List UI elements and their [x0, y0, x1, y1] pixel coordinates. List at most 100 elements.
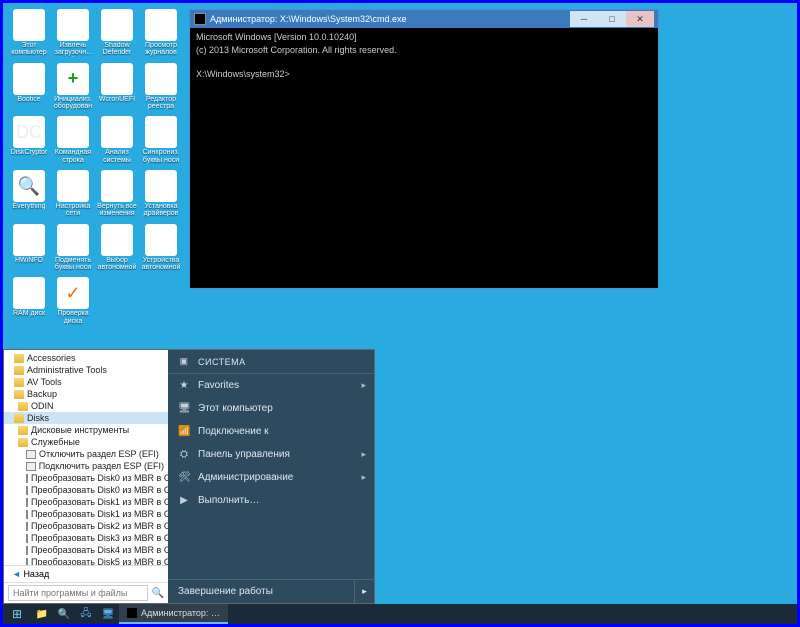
desktop-icon[interactable]: 🔍Everything	[9, 170, 49, 218]
taskbar-task-cmd[interactable]: Администратор: …	[119, 604, 228, 624]
pinned-search-icon[interactable]: 🔍	[53, 604, 75, 624]
menu-label: СИСТЕМА	[198, 357, 246, 367]
menu-icon: 🖥	[178, 403, 190, 414]
maximize-button[interactable]: □	[598, 11, 626, 27]
right-panel-item[interactable]: ⛭Панель управления▸	[168, 443, 374, 466]
shutdown-row: Завершение работы ▸	[168, 579, 374, 603]
folder-icon	[14, 390, 24, 399]
menu-icon: 🛠	[178, 472, 190, 483]
tree-file[interactable]: Отключить раздел ESP (EFI)	[4, 448, 168, 460]
desktop-icon[interactable]: Настройка сети	[53, 170, 93, 218]
tree-label: Отключить раздел ESP (EFI)	[39, 449, 159, 459]
icon-label: Редактор реестра	[141, 96, 181, 111]
icon-label: Установка драйверов	[141, 203, 181, 218]
cmd-window[interactable]: Администратор: X:\Windows\System32\cmd.e…	[189, 9, 659, 289]
icon-label: Устройства автономной	[141, 257, 181, 272]
desktop-icon[interactable]: Извлечь загрузочный	[53, 9, 93, 57]
cmd-titlebar[interactable]: Администратор: X:\Windows\System32\cmd.e…	[190, 10, 658, 28]
right-panel-header: ▣СИСТЕМА	[168, 350, 374, 374]
right-panel-item[interactable]: 🛠Администрирование▸	[168, 466, 374, 489]
desktop-icon[interactable]: Вернуть все изменения	[97, 170, 137, 218]
desktop-icon[interactable]: WcronUEFI	[97, 63, 137, 111]
window-buttons: ─ □ ✕	[570, 11, 654, 27]
desktop-icon[interactable]: Просмотр журналов	[141, 9, 181, 57]
desktop-icon[interactable]: Командная строка	[53, 116, 93, 164]
desktop-icon[interactable]: HWHWiNFO	[9, 224, 49, 272]
tree-file[interactable]: Преобразовать Disk0 из MBR в GPT	[4, 484, 168, 496]
tree-label: Преобразовать Disk4 из MBR в GPT	[31, 545, 168, 555]
close-button[interactable]: ✕	[626, 11, 654, 27]
start-button[interactable]: ⊞	[3, 604, 31, 624]
icon-label: Everything	[9, 203, 49, 210]
app-icon	[57, 170, 89, 202]
folder-icon	[14, 366, 24, 375]
app-icon	[57, 116, 89, 148]
tree-folder[interactable]: Дисковые инструменты	[4, 424, 168, 436]
tree-folder[interactable]: ODIN	[4, 400, 168, 412]
tree-folder[interactable]: Служебные	[4, 436, 168, 448]
tree-label: Преобразовать Disk2 из MBR в GPT	[31, 521, 168, 531]
cmd-title: Администратор: X:\Windows\System32\cmd.e…	[210, 14, 570, 24]
tree-file[interactable]: Преобразовать Disk2 из MBR в GPT	[4, 520, 168, 532]
app-icon: +	[57, 63, 89, 95]
tree-folder[interactable]: Accessories	[4, 352, 168, 364]
tree-label: Преобразовать Disk1 из MBR в GPT	[31, 509, 168, 519]
tree-file[interactable]: Преобразовать Disk4 из MBR в GPT	[4, 544, 168, 556]
folder-icon	[14, 414, 24, 423]
tree-file[interactable]: Преобразовать Disk0 из MBR в GPT (+E…	[4, 472, 168, 484]
desktop-icon[interactable]: RAM диск	[9, 277, 49, 325]
app-icon	[13, 63, 45, 95]
desktop-icon[interactable]: Устройства автономной	[141, 224, 181, 272]
back-button[interactable]: ◄ Назад	[4, 565, 168, 583]
tree-file[interactable]: Преобразовать Disk3 из MBR в GPT	[4, 532, 168, 544]
desktop-icon[interactable]: Bootice	[9, 63, 49, 111]
right-panel-item[interactable]: ▶Выполнить…	[168, 489, 374, 512]
tree-label: Backup	[27, 389, 57, 399]
start-right-panel: ▣СИСТЕМА★Favorites▸🖥Этот компьютер📶Подкл…	[168, 350, 374, 603]
cmd-body[interactable]: Microsoft Windows [Version 10.0.10240] (…	[190, 28, 658, 86]
desktop-icon[interactable]: Shadow Defender	[97, 9, 137, 57]
search-row: 🔍	[4, 583, 168, 603]
shutdown-more-button[interactable]: ▸	[354, 580, 374, 603]
cmd-line: (c) 2013 Microsoft Corporation. All righ…	[196, 45, 397, 55]
pinned-network-icon[interactable]: 🖧	[75, 604, 97, 624]
tree-folder[interactable]: Administrative Tools	[4, 364, 168, 376]
tree-folder[interactable]: Backup	[4, 388, 168, 400]
spacer	[168, 512, 374, 579]
right-panel-item[interactable]: 🖥Этот компьютер	[168, 397, 374, 420]
app-icon	[13, 277, 45, 309]
program-tree[interactable]: AccessoriesAdministrative ToolsAV ToolsB…	[4, 350, 168, 565]
minimize-button[interactable]: ─	[570, 11, 598, 27]
chevron-right-icon: ▸	[361, 449, 366, 460]
pinned-system-icon[interactable]: 🖥	[97, 604, 119, 624]
folder-icon	[18, 426, 28, 435]
tree-folder[interactable]: Disks	[4, 412, 168, 424]
desktop-icon[interactable]: +Инициализ. оборудован	[53, 63, 93, 111]
chevron-right-icon: ▸	[361, 380, 366, 391]
right-panel-item[interactable]: ★Favorites▸	[168, 374, 374, 397]
tree-file[interactable]: Преобразовать Disk5 из MBR в GPT	[4, 556, 168, 565]
desktop-icon[interactable]: ✓Проверка диска	[53, 277, 93, 325]
desktop-icon[interactable]: Установка драйверов	[141, 170, 181, 218]
tree-file[interactable]: Преобразовать Disk1 из MBR в GPT (+E…	[4, 496, 168, 508]
tree-label: Преобразовать Disk1 из MBR в GPT (+E…	[31, 497, 168, 507]
icon-label: Просмотр журналов	[141, 42, 181, 57]
desktop-icon[interactable]: Синхрониз. буквы носи	[141, 116, 181, 164]
pinned-explorer-icon[interactable]: 📁	[31, 604, 53, 624]
desktop-icon[interactable]: Выбор автономной	[97, 224, 137, 272]
tree-folder[interactable]: AV Tools	[4, 376, 168, 388]
menu-label: Favorites	[198, 380, 239, 391]
shutdown-button[interactable]: Завершение работы	[168, 580, 354, 603]
app-icon	[57, 9, 89, 41]
desktop-icon[interactable]: Подменять буквы носи	[53, 224, 93, 272]
tree-file[interactable]: Преобразовать Disk1 из MBR в GPT	[4, 508, 168, 520]
tree-file[interactable]: Подключить раздел ESP (EFI)	[4, 460, 168, 472]
desktop[interactable]: Этот компьютерИзвлечь загрузочныйShadow …	[3, 3, 797, 624]
desktop-icon[interactable]: Анализ системы	[97, 116, 137, 164]
search-icon[interactable]: 🔍	[152, 588, 164, 599]
desktop-icon[interactable]: Редактор реестра	[141, 63, 181, 111]
desktop-icon[interactable]: Этот компьютер	[9, 9, 49, 57]
right-panel-item[interactable]: 📶Подключение к	[168, 420, 374, 443]
search-input[interactable]	[8, 585, 148, 601]
desktop-icon[interactable]: DCDiskCryptor	[9, 116, 49, 164]
